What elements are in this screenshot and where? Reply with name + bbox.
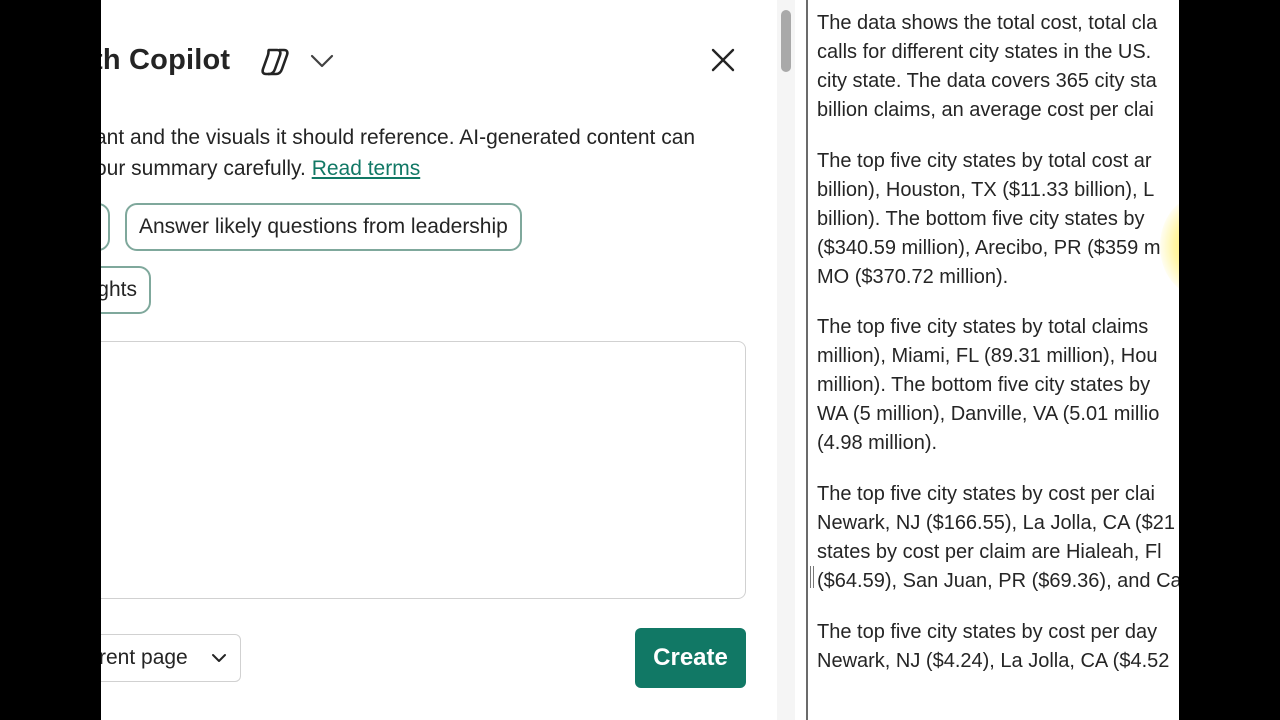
summary-line: The data shows the total cost, total cla [817, 12, 1158, 34]
dialog-title: th Copilot [101, 44, 231, 76]
close-icon[interactable] [707, 44, 739, 76]
summary-line: ($64.59), San Juan, PR ($69.36), and Ca [817, 570, 1179, 592]
summary-line: city state. The data covers 365 city sta [817, 70, 1157, 92]
summary-paragraph: The top five city states by total claims… [817, 313, 1159, 458]
letterbox-left [0, 0, 101, 720]
copilot-summary-dialog: th Copilot ant and the visuals it should… [101, 0, 777, 720]
summary-line: billion). The bottom five city states by [817, 208, 1145, 230]
summary-paragraph: The data shows the total cost, total cla… [817, 9, 1157, 125]
summary-line: states by cost per claim are Hialeah, Fl [817, 541, 1162, 563]
summary-paragraph: The top five city states by cost per day… [817, 618, 1169, 676]
summary-line: ($340.59 million), Arecibo, PR ($359 m [817, 237, 1161, 259]
page-scope-value: rrent page [101, 646, 188, 669]
create-button[interactable]: Create [635, 628, 746, 688]
summary-panel: The data shows the total cost, total cla… [808, 0, 1179, 720]
read-terms-link[interactable]: Read terms [312, 157, 421, 180]
summary-line: The top five city states by total claims [817, 316, 1149, 338]
summary-line: million). The bottom five city states by [817, 374, 1151, 396]
summary-line: million), Miami, FL (89.31 million), Hou [817, 345, 1158, 367]
summary-paragraph: The top five city states by total cost a… [817, 147, 1161, 292]
letterbox-right [1179, 0, 1280, 720]
suggestion-chip[interactable] [101, 203, 110, 251]
summary-line: Newark, NJ ($166.55), La Jolla, CA ($21 [817, 512, 1175, 534]
summary-line: The top five city states by cost per day [817, 621, 1158, 643]
page-scope-select[interactable]: rrent page [101, 634, 241, 682]
summary-line: (4.98 million). [817, 432, 938, 454]
summary-line: Newark, NJ ($4.24), La Jolla, CA ($4.52 [817, 650, 1170, 672]
pane-gap [795, 0, 806, 720]
summary-line: The top five city states by cost per cla… [817, 483, 1155, 505]
summary-paragraph: The top five city states by cost per cla… [817, 480, 1179, 596]
description-line-2: our summary carefully. Read terms [101, 153, 777, 184]
summary-line: MO ($370.72 million). [817, 266, 1009, 288]
suggestion-chip-leadership-questions[interactable]: Answer likely questions from leadership [125, 203, 522, 251]
cursor-highlight [1160, 196, 1179, 296]
description-line-1: ant and the visuals it should reference.… [101, 126, 696, 149]
dialog-scrollbar[interactable] [777, 0, 795, 720]
summary-line: billion), Houston, TX ($11.33 billion), … [817, 179, 1155, 201]
description-line-2-text: our summary carefully. [101, 157, 306, 180]
chevron-down-icon[interactable] [307, 46, 337, 76]
resize-handle[interactable] [810, 566, 814, 588]
copilot-logo-icon[interactable] [259, 44, 295, 80]
summary-line: billion claims, an average cost per clai [817, 99, 1154, 121]
summary-line: calls for different city states in the U… [817, 41, 1152, 63]
scrollbar-thumb[interactable] [781, 10, 791, 72]
suggestion-chip-insights[interactable]: ghts [101, 266, 151, 314]
prompt-input[interactable] [101, 341, 746, 599]
dialog-description: ant and the visuals it should reference.… [101, 122, 777, 184]
summary-line: The top five city states by total cost a… [817, 150, 1152, 172]
summary-line: WA (5 million), Danville, VA (5.01 milli… [817, 403, 1160, 425]
chevron-down-icon [212, 654, 226, 662]
